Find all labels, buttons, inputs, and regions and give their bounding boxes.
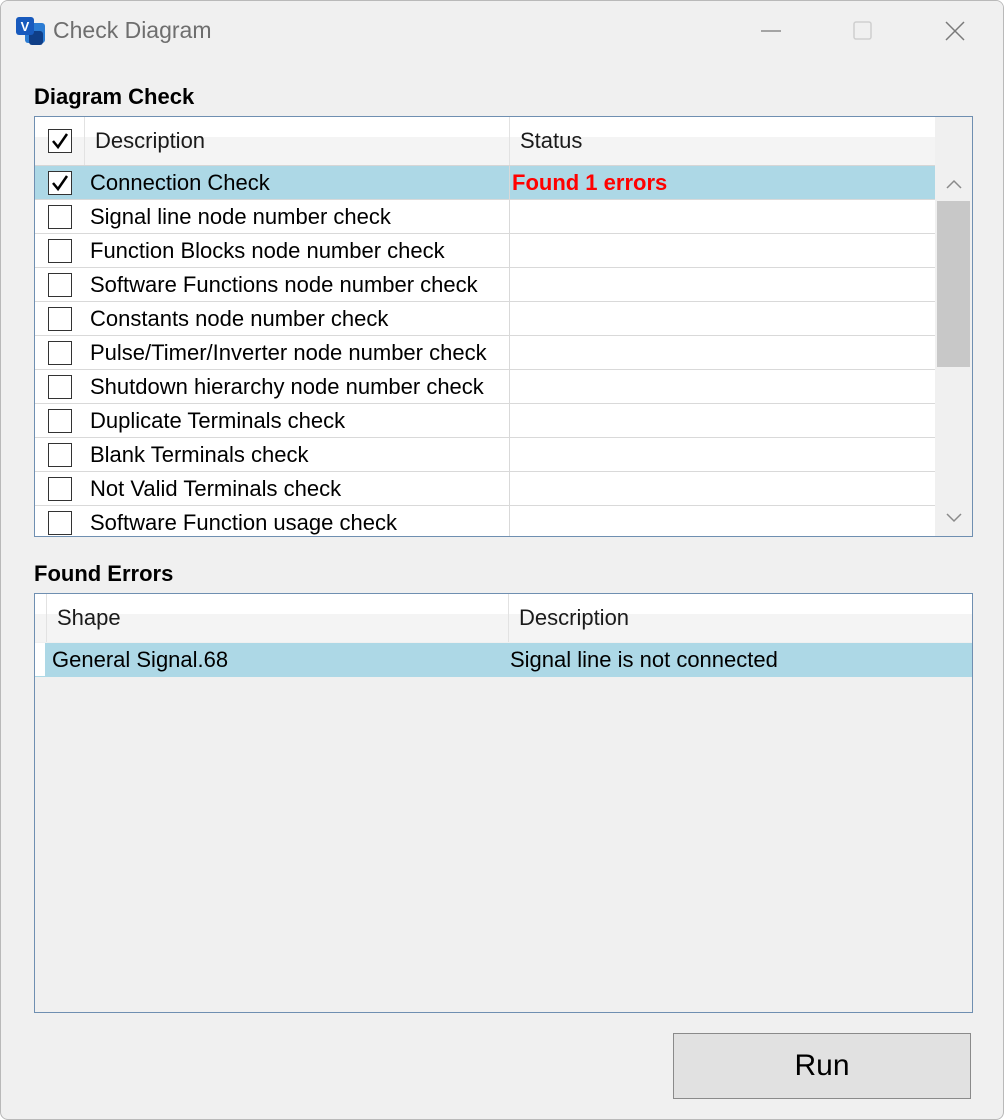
check-description[interactable]: Software Functions node number check [85,268,510,301]
close-button[interactable] [909,1,1001,61]
check-cell[interactable] [35,302,85,335]
check-status [510,506,935,536]
run-button[interactable]: Run [673,1033,971,1099]
check-row-checkbox[interactable] [48,204,72,229]
diagram-check-grid: Description Status Connection Check Found… [34,116,973,537]
check-row[interactable]: Connection Check Found 1 errors [35,166,935,200]
check-description[interactable]: Connection Check [85,166,510,199]
check-row-checkbox[interactable] [48,476,72,501]
diagram-check-label: Diagram Check [34,84,195,109]
chevron-down-icon [945,513,962,523]
found-errors-label: Found Errors [34,561,174,586]
select-all-checkbox[interactable] [47,129,72,153]
error-row[interactable]: General Signal.68 Signal line is not conn… [35,643,972,677]
close-icon [945,21,965,41]
check-description[interactable]: Not Valid Terminals check [85,472,510,505]
check-cell[interactable] [35,438,85,471]
check-row[interactable]: Shutdown hierarchy node number check [35,370,935,404]
check-cell[interactable] [35,370,85,403]
check-row-checkbox[interactable] [48,306,72,331]
column-header-status[interactable]: Status [510,117,935,165]
check-row-checkbox[interactable] [48,510,72,535]
check-description[interactable]: Signal line node number check [85,200,510,233]
check-status [510,404,935,437]
check-row-checkbox[interactable] [48,374,72,399]
check-cell[interactable] [35,404,85,437]
check-description[interactable]: Software Function usage check [85,506,510,536]
row-header-corner [35,594,47,642]
check-status [510,268,935,301]
check-status: Found 1 errors [512,169,668,195]
check-row[interactable]: Blank Terminals check [35,438,935,472]
check-cell[interactable] [35,506,85,536]
check-row-checkbox[interactable] [48,272,72,297]
check-row[interactable]: Software Function usage check [35,506,935,536]
check-cell[interactable] [35,234,85,267]
check-description[interactable]: Shutdown hierarchy node number check [85,370,510,403]
check-row[interactable]: Function Blocks node number check [35,234,935,268]
checkmark-icon [51,133,68,150]
check-row-checkbox[interactable] [48,408,72,433]
visio-app-icon: V [16,17,45,45]
chevron-up-icon [945,179,962,189]
check-diagram-window: V Check Diagram Diagram Check Descriptio… [0,0,1004,1120]
vertical-scrollbar[interactable] [935,117,972,536]
error-shape[interactable]: General Signal.68 [47,643,509,676]
check-row[interactable]: Constants node number check [35,302,935,336]
check-description[interactable]: Constants node number check [85,302,510,335]
scroll-down-button[interactable] [935,503,972,533]
check-description[interactable]: Duplicate Terminals check [85,404,510,437]
check-cell[interactable] [35,336,85,369]
check-status [510,438,935,471]
check-status [510,234,935,267]
check-row-checkbox[interactable] [48,340,72,365]
column-header-description[interactable]: Description [85,117,510,165]
maximize-button[interactable] [817,1,909,61]
scrollbar-thumb[interactable] [937,201,970,367]
check-description[interactable]: Function Blocks node number check [85,234,510,267]
check-row[interactable]: Not Valid Terminals check [35,472,935,506]
column-header-shape[interactable]: Shape [47,594,509,642]
check-row[interactable]: Pulse/Timer/Inverter node number check [35,336,935,370]
minimize-button[interactable] [725,1,817,61]
minimize-icon [761,30,781,32]
check-cell[interactable] [35,166,85,199]
check-status [510,336,935,369]
check-status [510,302,935,335]
diagram-check-header: Description Status [35,117,935,166]
check-status [510,200,935,233]
row-header-cell[interactable] [35,643,47,676]
check-cell[interactable] [35,472,85,505]
error-description[interactable]: Signal line is not connected [509,643,972,676]
found-errors-grid: Shape Description General Signal.68 Signa… [34,593,973,1013]
check-row[interactable]: Duplicate Terminals check [35,404,935,438]
check-row-checkbox[interactable] [48,238,72,263]
svg-text:V: V [21,19,30,34]
check-cell[interactable] [35,268,85,301]
check-row[interactable]: Software Functions node number check [35,268,935,302]
check-row[interactable]: Signal line node number check [35,200,935,234]
window-title: Check Diagram [53,17,212,43]
check-description[interactable]: Pulse/Timer/Inverter node number check [85,336,510,369]
scroll-up-button[interactable] [935,169,972,199]
checkmark-icon [52,174,69,191]
column-header-error-description[interactable]: Description [509,594,972,642]
check-row-checkbox[interactable] [48,442,72,467]
check-status [510,370,935,403]
title-bar[interactable]: V Check Diagram [1,1,1003,61]
maximize-icon [853,21,872,40]
check-status [510,472,935,505]
header-select-all[interactable] [35,117,85,165]
check-row-checkbox[interactable] [48,170,72,195]
check-description[interactable]: Blank Terminals check [85,438,510,471]
check-cell[interactable] [35,200,85,233]
